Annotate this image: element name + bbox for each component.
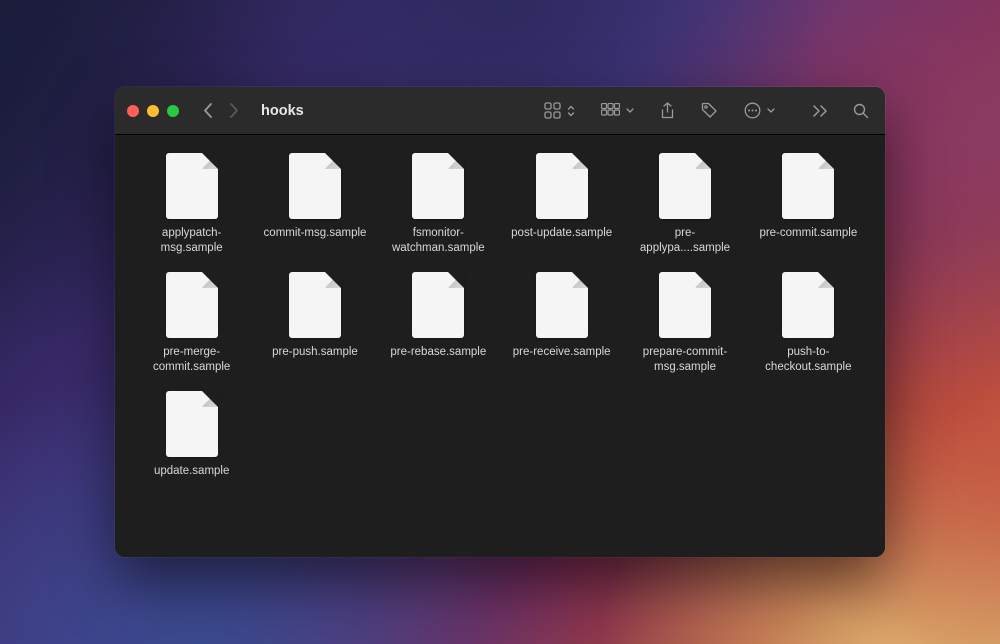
group-button[interactable] bbox=[601, 99, 634, 123]
file-label: push-to-checkout.sample bbox=[753, 345, 863, 375]
file-label: prepare-commit-msg.sample bbox=[630, 345, 740, 375]
chevron-down-icon bbox=[767, 108, 775, 114]
file-item[interactable]: commit-msg.sample bbox=[258, 153, 371, 256]
document-icon bbox=[659, 272, 711, 338]
forward-button[interactable] bbox=[230, 103, 239, 119]
close-button[interactable] bbox=[127, 105, 139, 117]
back-button[interactable] bbox=[203, 103, 212, 119]
file-item[interactable]: update.sample bbox=[135, 391, 248, 479]
overflow-button[interactable] bbox=[813, 99, 827, 123]
document-icon bbox=[412, 153, 464, 219]
document-icon bbox=[659, 153, 711, 219]
file-label: pre-rebase.sample bbox=[390, 345, 486, 360]
file-label: pre-receive.sample bbox=[513, 345, 611, 360]
search-icon bbox=[853, 103, 869, 119]
file-label: fsmonitor-watchman.sample bbox=[383, 226, 493, 256]
minimize-button[interactable] bbox=[147, 105, 159, 117]
file-item[interactable]: prepare-commit-msg.sample bbox=[628, 272, 741, 375]
file-label: pre-commit.sample bbox=[759, 226, 857, 241]
file-item[interactable]: fsmonitor-watchman.sample bbox=[382, 153, 495, 256]
tag-icon bbox=[701, 102, 718, 119]
titlebar: hooks bbox=[115, 87, 885, 135]
file-label: pre-push.sample bbox=[272, 345, 358, 360]
file-item[interactable]: push-to-checkout.sample bbox=[752, 272, 865, 375]
action-button[interactable] bbox=[744, 99, 775, 123]
file-label: update.sample bbox=[154, 464, 229, 479]
file-item[interactable]: applypatch-msg.sample bbox=[135, 153, 248, 256]
updown-icon bbox=[567, 104, 575, 118]
grid-icon bbox=[544, 102, 561, 119]
chevron-down-icon bbox=[626, 108, 634, 114]
file-item[interactable]: pre-merge-commit.sample bbox=[135, 272, 248, 375]
document-icon bbox=[536, 153, 588, 219]
chevron-right-icon bbox=[230, 103, 239, 118]
share-button[interactable] bbox=[660, 99, 675, 123]
document-icon bbox=[412, 272, 464, 338]
search-button[interactable] bbox=[853, 99, 869, 123]
double-chevron-right-icon bbox=[813, 105, 827, 117]
document-icon bbox=[289, 272, 341, 338]
ellipsis-circle-icon bbox=[744, 102, 761, 119]
document-icon bbox=[536, 272, 588, 338]
file-item[interactable]: pre-applypa....sample bbox=[628, 153, 741, 256]
nav-controls bbox=[203, 103, 239, 119]
document-icon bbox=[166, 153, 218, 219]
file-grid: applypatch-msg.sample commit-msg.sample … bbox=[135, 153, 865, 479]
file-label: applypatch-msg.sample bbox=[137, 226, 247, 256]
tags-button[interactable] bbox=[701, 99, 718, 123]
grid3-icon bbox=[601, 103, 620, 118]
fullscreen-button[interactable] bbox=[167, 105, 179, 117]
window-controls bbox=[127, 105, 179, 117]
file-label: post-update.sample bbox=[511, 226, 612, 241]
finder-window: hooks bbox=[115, 87, 885, 557]
document-icon bbox=[289, 153, 341, 219]
document-icon bbox=[782, 153, 834, 219]
file-label: pre-applypa....sample bbox=[630, 226, 740, 256]
file-item[interactable]: pre-push.sample bbox=[258, 272, 371, 375]
file-item[interactable]: pre-rebase.sample bbox=[382, 272, 495, 375]
share-icon bbox=[660, 102, 675, 120]
document-icon bbox=[782, 272, 834, 338]
view-icon-button[interactable] bbox=[544, 99, 575, 123]
file-item[interactable]: pre-receive.sample bbox=[505, 272, 618, 375]
window-title: hooks bbox=[261, 103, 304, 119]
content-area[interactable]: applypatch-msg.sample commit-msg.sample … bbox=[115, 135, 885, 557]
file-label: commit-msg.sample bbox=[264, 226, 367, 241]
document-icon bbox=[166, 272, 218, 338]
file-item[interactable]: post-update.sample bbox=[505, 153, 618, 256]
document-icon bbox=[166, 391, 218, 457]
toolbar bbox=[544, 99, 873, 123]
chevron-left-icon bbox=[203, 103, 212, 118]
file-label: pre-merge-commit.sample bbox=[137, 345, 247, 375]
file-item[interactable]: pre-commit.sample bbox=[752, 153, 865, 256]
